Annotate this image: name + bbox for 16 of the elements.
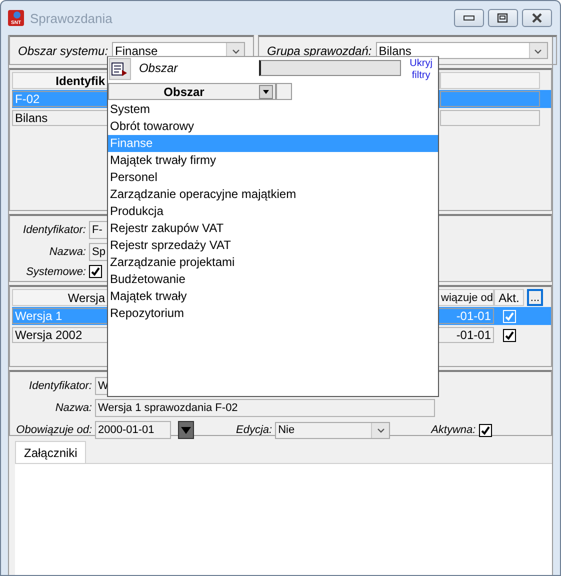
- field-label: Grupa sprawozdań:: [267, 44, 372, 58]
- field-label: Nazwa:: [48, 246, 86, 258]
- table-cell: Wersja 2002: [12, 327, 108, 343]
- field-label: Identyfikator:: [22, 224, 86, 236]
- table-cell: Wersja 1: [12, 308, 108, 324]
- field-label: Identyfikator:: [28, 380, 92, 392]
- window-title: Sprawozdania: [30, 10, 114, 26]
- field-label: Systemowe:: [25, 266, 86, 278]
- field-label: Obszar systemu:: [18, 44, 108, 58]
- filter-label: Obszar: [138, 61, 179, 75]
- table-cell: Bilans: [12, 110, 108, 126]
- field-label: Nazwa:: [54, 402, 92, 414]
- field-label: Edycja:: [236, 424, 272, 436]
- field-label: Obowiązuje od:: [15, 424, 92, 436]
- field-label: Aktywna:: [431, 424, 476, 436]
- table-cell: F-02: [12, 91, 108, 107]
